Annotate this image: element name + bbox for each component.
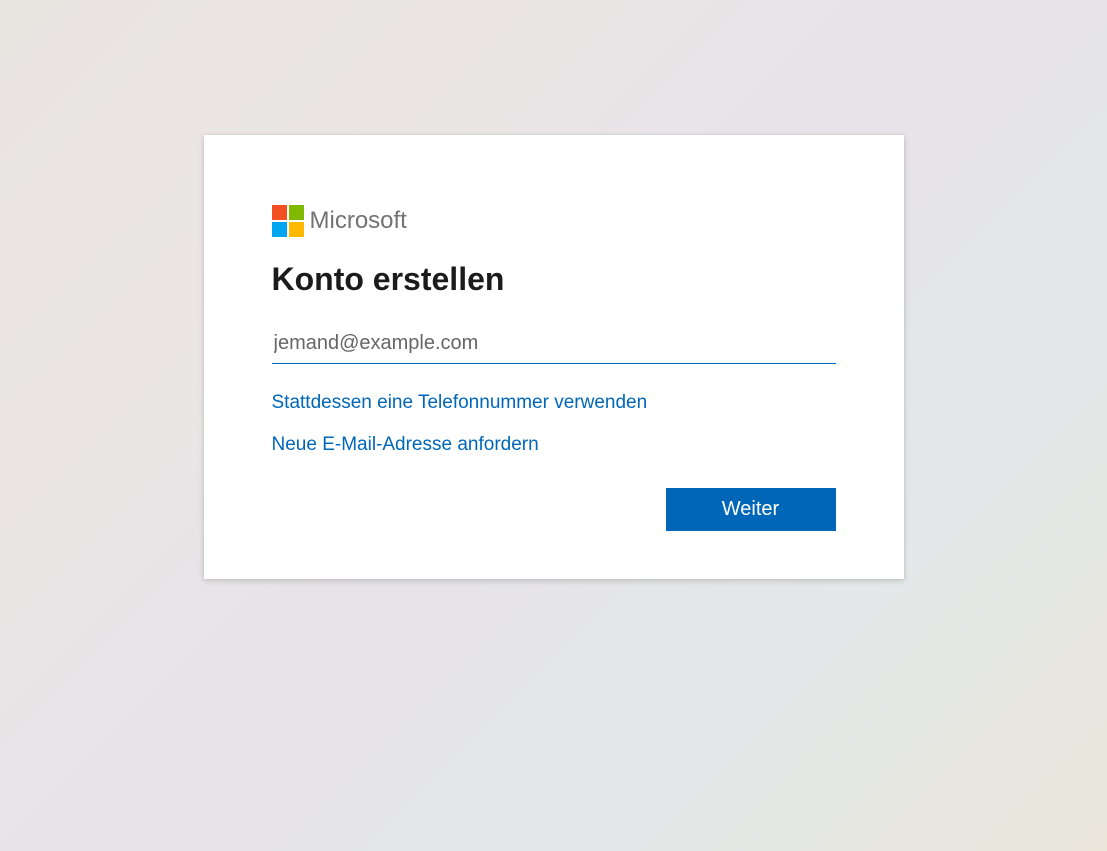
button-row: Weiter: [272, 488, 836, 531]
signup-card: Microsoft Konto erstellen Stattdessen ei…: [204, 135, 904, 579]
use-phone-link[interactable]: Stattdessen eine Telefonnummer verwenden: [272, 392, 648, 414]
page-title: Konto erstellen: [272, 261, 836, 298]
brand-row: Microsoft: [272, 205, 836, 237]
email-field[interactable]: [272, 326, 836, 364]
brand-name: Microsoft: [310, 207, 407, 235]
new-email-link[interactable]: Neue E-Mail-Adresse anfordern: [272, 434, 539, 456]
microsoft-logo-icon: [272, 205, 304, 237]
next-button[interactable]: Weiter: [666, 488, 836, 531]
